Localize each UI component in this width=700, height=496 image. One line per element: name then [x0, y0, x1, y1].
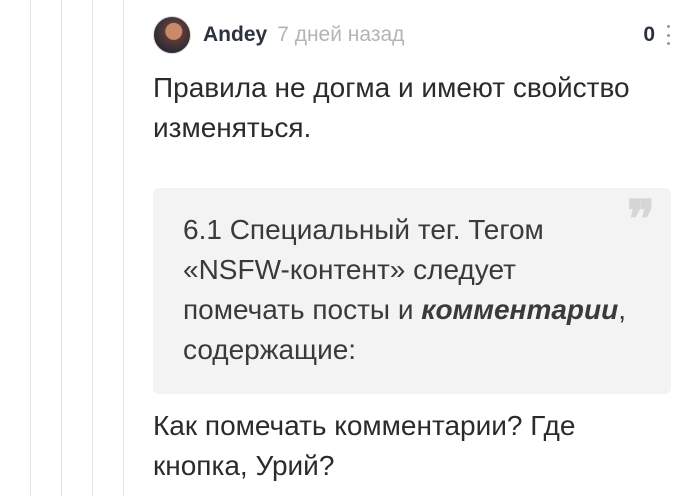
avatar[interactable] [153, 16, 191, 54]
thread-line-3 [92, 0, 93, 496]
thread-line-4 [123, 0, 124, 496]
comment-text-2: Как помечать комментарии? Где кнопка, Ур… [153, 410, 576, 481]
comment-text-1: Правила не догма и имеют свойство изменя… [153, 72, 630, 143]
quote-block: ❞ 6.1 Специальный тег. Тегом «NSFW-конте… [153, 188, 671, 394]
comment: Andey 7 дней назад 0 Правила не догма и … [153, 12, 673, 486]
thread-line-2 [61, 0, 62, 496]
more-options-icon[interactable] [663, 23, 673, 47]
quote-emphasis: комментарии [421, 294, 619, 325]
author-name[interactable]: Andey [203, 23, 267, 47]
comment-header: Andey 7 дней назад 0 [153, 12, 673, 58]
comment-rating: 0 [643, 23, 655, 46]
comment-timestamp[interactable]: 7 дней назад [277, 23, 404, 47]
thread-line-1 [30, 0, 31, 496]
quote-marks-icon: ❞ [627, 189, 655, 250]
